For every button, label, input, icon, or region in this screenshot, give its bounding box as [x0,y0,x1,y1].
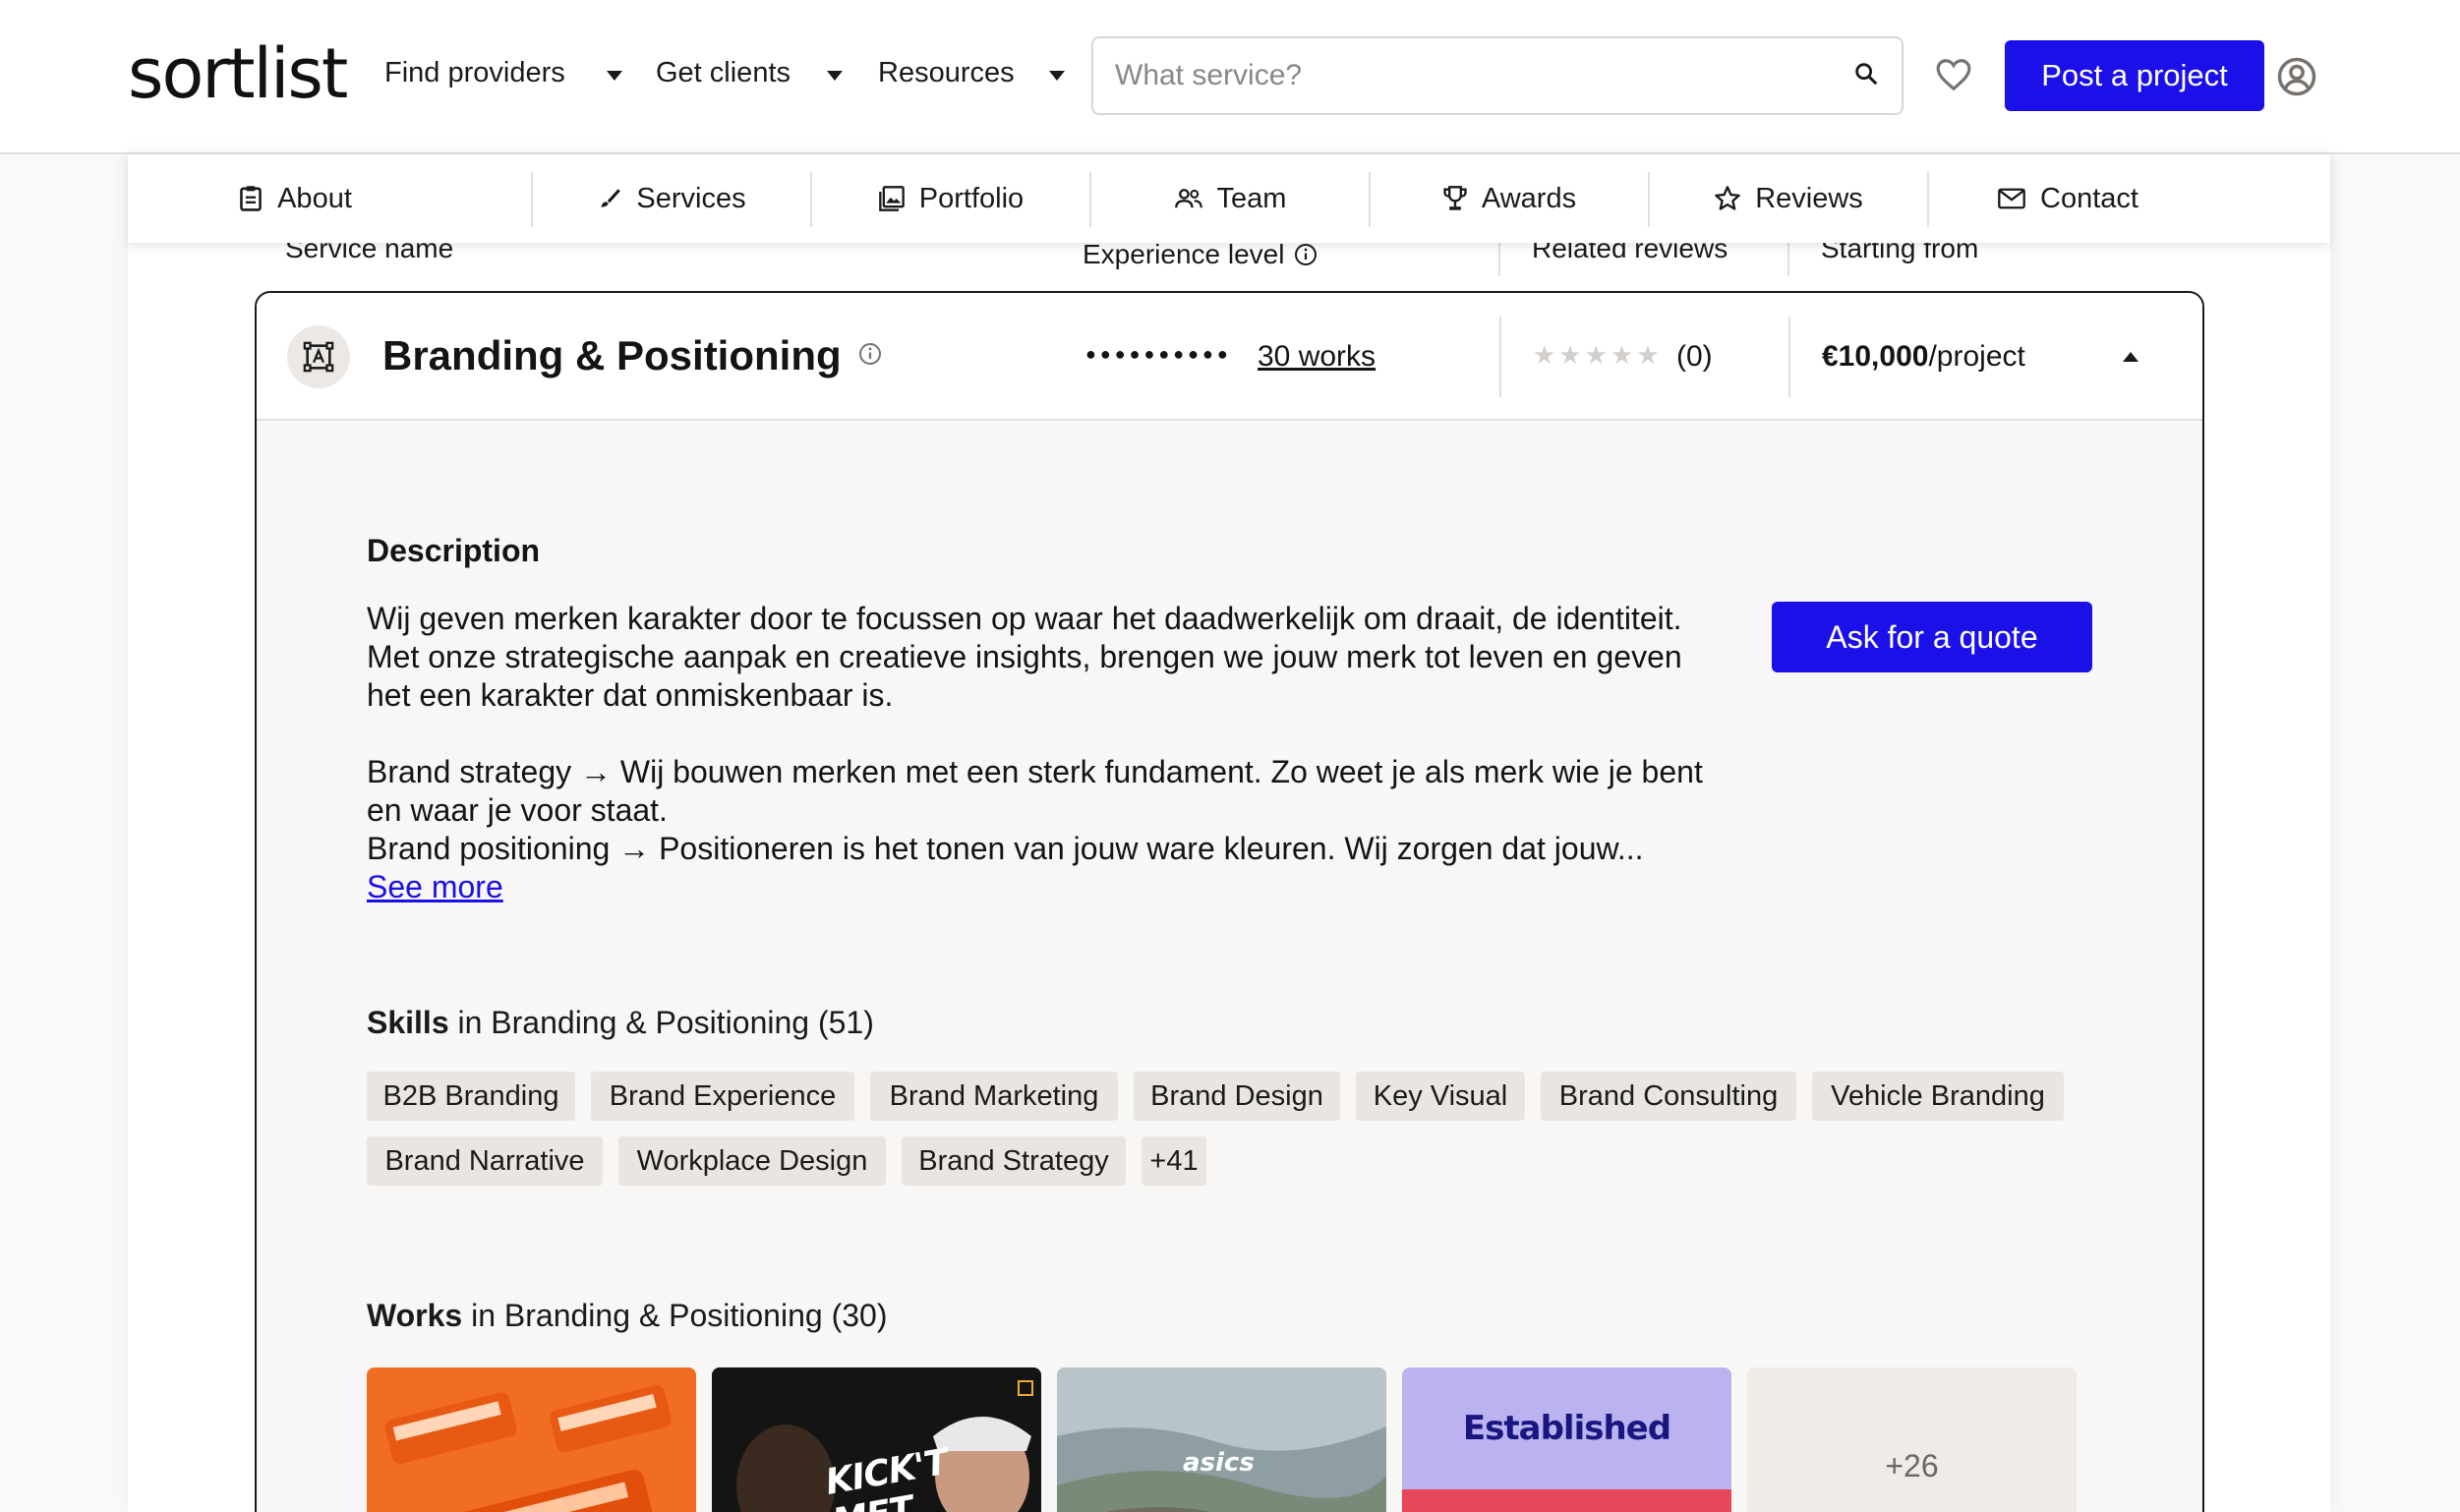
info-icon[interactable] [858,342,882,366]
skill-tag[interactable]: Brand Experience [591,1072,854,1121]
tab-awards-label: Awards [1481,182,1577,214]
col-experience-level: Experience level [1083,239,1318,270]
works-heading-rest: in Branding & Positioning (30) [462,1298,888,1333]
work-thumbnail-label: Established [1462,1409,1671,1448]
mail-icon [1998,188,2025,209]
star-icon [1715,186,1741,210]
tab-portfolio[interactable]: Portfolio [812,154,1089,243]
tab-about-label: About [277,182,352,214]
skills-heading-rest: in Branding & Positioning (51) [448,1005,874,1040]
skill-tag[interactable]: Brand Strategy [902,1136,1126,1186]
works-count-link[interactable]: 30 works [1258,340,1376,374]
skill-tag[interactable]: Brand Consulting [1541,1072,1796,1121]
description-paragraph: Wij geven merken karakter door te focuss… [367,601,1682,713]
user-avatar-icon[interactable] [2276,56,2317,102]
skill-tag-more[interactable]: +41 [1142,1136,1206,1186]
more-works-tile[interactable]: +26 [1747,1367,2077,1512]
info-icon[interactable] [1294,243,1318,266]
search-box [1091,36,1904,115]
search-input[interactable] [1115,38,1823,113]
heart-icon[interactable] [1935,57,1972,97]
nav-get-clients-label: Get clients [656,57,791,88]
description-text: Wij geven merken karakter door te focuss… [367,600,1704,868]
search-icon[interactable] [1852,60,1880,92]
col-experience-level-label: Experience level [1083,239,1285,269]
service-category-icon [287,325,350,388]
experience-dots: ●●●●●●●●●● [1085,344,1232,364]
trophy-icon [1443,186,1467,210]
nav-find-providers[interactable]: Find providers [384,57,622,89]
chevron-up-icon[interactable] [2123,352,2138,362]
skills-heading-bold: Skills [367,1005,449,1040]
chevron-down-icon [1049,71,1065,81]
tab-portfolio-label: Portfolio [918,182,1025,214]
tab-team-label: Team [1216,182,1287,214]
skill-tag[interactable]: Brand Narrative [367,1136,603,1186]
rating-stars: ★★★★★ [1533,340,1663,370]
tab-reviews[interactable]: Reviews [1650,154,1927,243]
tab-services[interactable]: Services [533,154,810,243]
service-title: Branding & Positioning [382,332,882,379]
clipboard-icon [240,186,262,211]
work-thumbnail[interactable]: KICK'T MET [712,1367,1041,1512]
work-thumbnail[interactable]: Established [1402,1367,1731,1512]
description-paragraph: Brand strategy → Wij bouwen merken met e… [367,754,1703,828]
post-project-button[interactable]: Post a project [2005,40,2264,111]
service-title-text: Branding & Positioning [382,332,842,378]
work-thumbnail[interactable]: asics [1057,1367,1386,1512]
tab-services-label: Services [636,182,746,214]
top-navbar: sortlist Find providers Get clients Reso… [0,0,2460,154]
chevron-down-icon [607,71,622,81]
works-heading: Works in Branding & Positioning (30) [367,1298,887,1334]
tab-contact[interactable]: Contact [1929,154,2206,243]
see-more-link[interactable]: See more [367,869,503,905]
skill-tag[interactable]: Brand Design [1134,1072,1340,1121]
description-paragraph: Brand positioning → Positioneren is het … [367,831,1644,866]
tab-about[interactable]: About [128,154,403,243]
nav-resources-label: Resources [878,57,1015,88]
tab-contact-label: Contact [2040,182,2138,214]
skill-tag[interactable]: B2B Branding [367,1072,575,1121]
people-icon [1174,189,1202,208]
chevron-down-icon [827,71,843,81]
nav-resources[interactable]: Resources [878,57,1065,89]
tab-team[interactable]: Team [1091,154,1369,243]
price-unit: /project [1928,340,2025,373]
starting-price: €10,000/project [1822,340,2025,374]
skills-heading: Skills in Branding & Positioning (51) [367,1005,874,1041]
skill-tag[interactable]: Workplace Design [618,1136,886,1186]
ask-for-quote-button[interactable]: Ask for a quote [1772,602,2092,672]
nav-find-providers-label: Find providers [384,57,565,88]
price-amount: €10,000 [1822,340,1929,373]
brush-icon [601,189,621,207]
service-panel: Branding & Positioning ●●●●●●●●●● 30 wor… [255,291,2204,1512]
nav-get-clients[interactable]: Get clients [656,57,843,89]
images-icon [878,186,905,211]
works-heading-bold: Works [367,1298,463,1333]
tab-awards[interactable]: Awards [1371,154,1648,243]
skill-tag[interactable]: Brand Marketing [870,1072,1118,1121]
skill-tag[interactable]: Vehicle Branding [1812,1072,2064,1121]
work-thumbnail-label: asics [1183,1448,1255,1478]
description-heading: Description [367,533,541,568]
tab-reviews-label: Reviews [1755,182,1863,214]
review-count: (0) [1676,340,1713,373]
service-row-header[interactable]: Branding & Positioning ●●●●●●●●●● 30 wor… [257,293,2202,421]
section-tabs: About Services Portfolio Team Awards Rev… [128,154,2330,243]
skill-tag[interactable]: Key Visual [1356,1072,1525,1121]
sortlist-logo[interactable]: sortlist [128,33,348,114]
work-thumbnail[interactable] [367,1367,696,1512]
